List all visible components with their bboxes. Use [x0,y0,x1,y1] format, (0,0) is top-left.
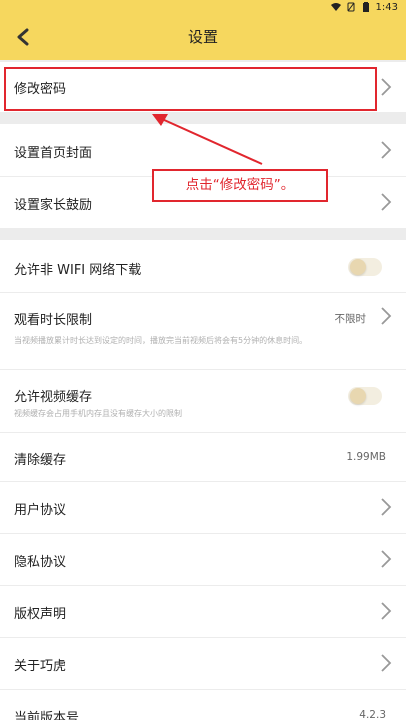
chevron-right-icon [381,498,392,516]
wifi-icon [330,3,341,11]
watch-limit-value: 不限时 [334,313,367,325]
change-password-row[interactable]: 修改密码 [0,62,406,112]
parent-encourage-label: 设置家长鼓励 [14,198,93,213]
chevron-right-icon [381,307,392,325]
watch-limit-description: 当视频播放累计时长达到设定的时间，播放完当前视频后将会有5分钟的休息时间。 [14,336,308,345]
no-sim-icon [347,2,355,12]
privacy-agreement-label: 隐私协议 [14,555,67,570]
video-cache-row: 允许视频缓存 视频缓存会占用手机内存且没有缓存大小的限制 [0,370,406,432]
allow-non-wifi-label: 允许非 WIFI 网络下载 [14,263,142,278]
about-row[interactable]: 关于巧虎 [0,638,406,689]
chevron-right-icon [381,654,392,672]
chevron-right-icon [381,141,392,159]
chevron-right-icon [381,193,392,211]
clear-cache-row[interactable]: 清除缓存 1.99MB [0,433,406,481]
user-agreement-row[interactable]: 用户协议 [0,482,406,533]
version-row: 当前版本号 4.2.3 [0,690,406,720]
set-cover-label: 设置首页封面 [14,146,93,161]
allow-non-wifi-row: 允许非 WIFI 网络下载 [0,240,406,292]
annotation-callout: 点击“修改密码”。 [152,169,328,202]
change-password-label: 修改密码 [14,82,67,97]
cache-size-value: 1.99MB [346,451,386,463]
non-wifi-toggle[interactable] [348,258,382,276]
watch-limit-label: 观看时长限制 [14,313,93,328]
copyright-row[interactable]: 版权声明 [0,586,406,637]
toggle-knob [350,388,366,404]
version-label: 当前版本号 [14,711,80,720]
app-bar: 设置 [0,14,406,60]
copyright-label: 版权声明 [14,607,67,622]
status-bar: 1:43 [0,0,406,14]
video-cache-toggle[interactable] [348,387,382,405]
about-label: 关于巧虎 [14,659,67,674]
toggle-knob [350,259,366,275]
status-time: 1:43 [375,1,398,13]
chevron-right-icon [381,550,392,568]
clear-cache-label: 清除缓存 [14,453,67,468]
user-agreement-label: 用户协议 [14,503,67,518]
chevron-right-icon [381,602,392,620]
video-cache-description: 视频缓存会占用手机内存且没有缓存大小的限制 [14,409,182,418]
chevron-right-icon [381,78,392,96]
page-title: 设置 [187,28,218,46]
battery-icon [362,2,369,12]
watch-limit-row[interactable]: 观看时长限制 不限时 当视频播放累计时长达到设定的时间，播放完当前视频后将会有5… [0,293,406,369]
privacy-agreement-row[interactable]: 隐私协议 [0,534,406,585]
version-value: 4.2.3 [359,709,386,720]
video-cache-label: 允许视频缓存 [14,390,93,405]
